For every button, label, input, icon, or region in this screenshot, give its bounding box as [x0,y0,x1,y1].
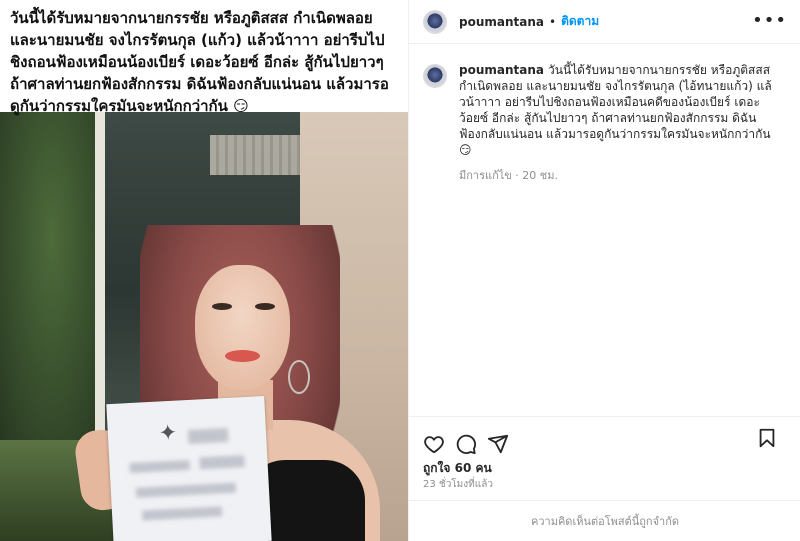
redacted-block [199,455,245,470]
action-bar [409,416,800,458]
caption-text: วันนี้ได้รับหมายจากนายกรรชัย หรือภูติสสส… [459,63,772,157]
caption-meta: มีการแก้ไข · 20 ชม. [459,169,558,182]
redacted-block [141,506,223,521]
post-header: poumantana • ติดตาม ••• [409,0,800,44]
caption-body: poumantana วันนี้ได้รับหมายจากนายกรรชัย ห… [459,62,777,184]
caption-username[interactable]: poumantana [459,63,544,77]
person-eye-left [212,303,232,310]
likes-count[interactable]: ถูกใจ 60 คน [423,459,492,478]
redacted-block [187,427,229,444]
post-details: poumantana • ติดตาม ••• poumantana วันนี้… [408,0,800,541]
avatar[interactable] [423,9,447,34]
heart-icon[interactable] [423,433,445,455]
caption-avatar[interactable] [423,64,447,88]
bookmark-icon[interactable] [756,427,778,449]
person-lips [225,350,260,362]
share-icon[interactable] [487,433,509,455]
post-timestamp[interactable]: 23 ชั่วโมงที่แล้ว [423,477,493,492]
more-options-icon[interactable]: ••• [752,11,787,31]
follow-button[interactable]: ติดตาม [561,12,599,31]
person-eye-right [255,303,275,310]
post-photo[interactable]: ✦ วันนี้ได้รับหมายจากนายกรรชัย หรือภูติส… [0,0,408,541]
redacted-block [135,482,237,498]
comments-limited-notice: ความคิดเห็นต่อโพสต์นี้ถูกจำกัด [409,500,800,541]
caption-row: poumantana วันนี้ได้รับหมายจากนายกรรชัย ห… [423,62,785,184]
comment-area: poumantana วันนี้ได้รับหมายจากนายกรรชัย ห… [409,44,800,416]
garuda-emblem-icon: ✦ [158,420,178,447]
hoop-earring [288,360,310,394]
comment-icon[interactable] [455,433,477,455]
person-face [195,265,290,390]
legal-document: ✦ [106,395,272,541]
header-separator: • [549,14,557,29]
photo-caption-overlay: วันนี้ได้รับหมายจากนายกรรชัย หรือภูติสสส… [0,0,408,115]
redacted-block [129,459,190,474]
header-username[interactable]: poumantana [459,15,544,29]
